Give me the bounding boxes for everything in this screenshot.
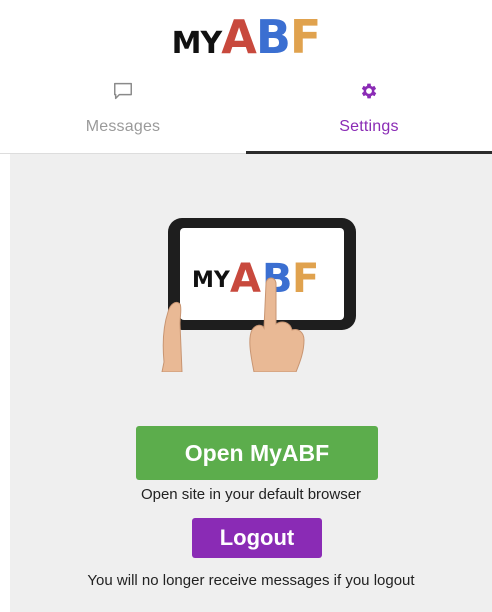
logo-letter-b: B [255, 10, 291, 64]
gear-icon [356, 78, 382, 104]
settings-panel: MY A B F Open MyABF Open site in your de… [10, 154, 492, 612]
app-root: MYABF Messages Settings MY A B F Open My… [0, 0, 492, 612]
open-site-caption: Open site in your default browser [140, 486, 362, 503]
logout-caption: You will no longer receive messages if y… [87, 572, 415, 589]
logo-my-text: MY [171, 26, 223, 61]
tab-messages-label: Messages [85, 118, 161, 135]
message-square-icon [110, 78, 136, 104]
app-logo: MYABF [0, 14, 492, 60]
screen-logo-f: F [292, 256, 319, 302]
logo-letter-f: F [289, 10, 321, 64]
tab-settings[interactable]: Settings [246, 68, 492, 154]
open-myabf-button[interactable]: Open MyABF [136, 426, 378, 480]
screen-logo-a: A [230, 256, 261, 302]
tab-bar: Messages Settings [0, 68, 492, 154]
screen-logo-my: MY [192, 268, 231, 293]
tab-messages[interactable]: Messages [0, 68, 246, 154]
tablet-illustration: MY A B F [158, 212, 368, 373]
logout-button[interactable]: Logout [192, 518, 322, 558]
logo-letter-a: A [221, 10, 257, 64]
tab-settings-label: Settings [339, 118, 399, 135]
